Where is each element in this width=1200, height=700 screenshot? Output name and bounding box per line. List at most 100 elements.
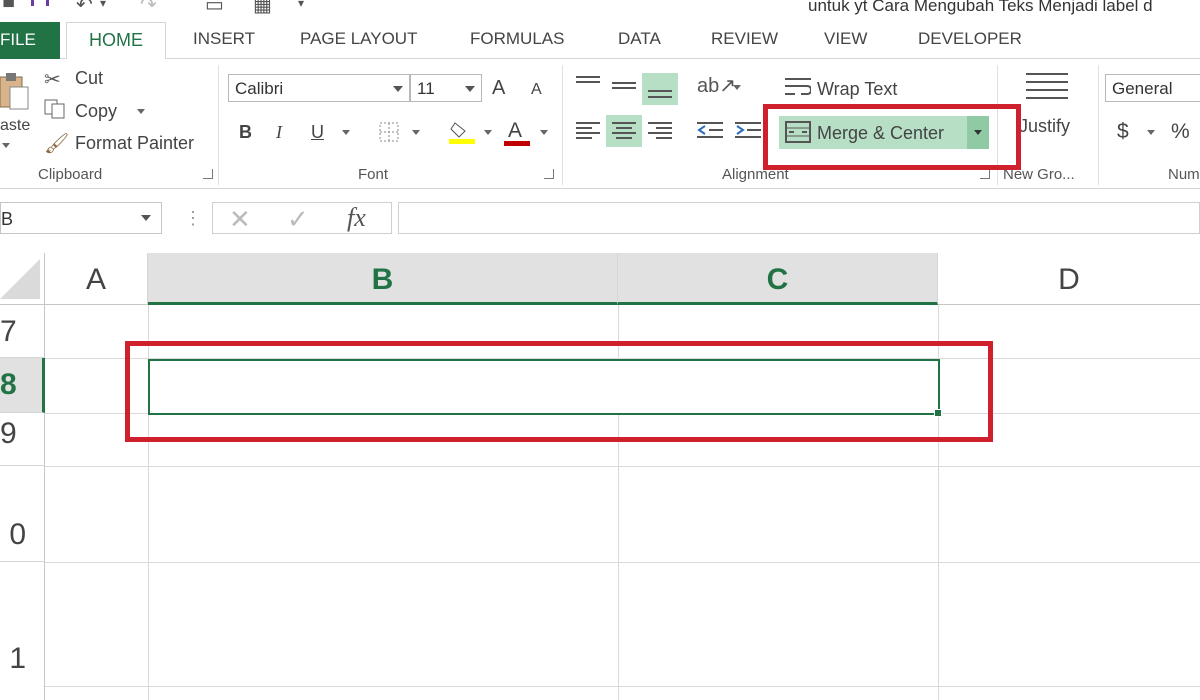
- column-header-d[interactable]: D: [938, 253, 1200, 305]
- bold-button[interactable]: B: [239, 122, 252, 143]
- center-align-icon[interactable]: [612, 121, 636, 144]
- number-group-label: Num: [1168, 166, 1200, 183]
- row-header-10[interactable]: 0: [0, 466, 45, 562]
- orientation-icon[interactable]: ab↗: [697, 73, 736, 98]
- column-header-c[interactable]: C: [618, 253, 938, 305]
- window-title: untuk yt Cara Mengubah Teks Menjadi labe…: [808, 0, 1153, 15]
- row-header-9[interactable]: 9: [0, 413, 45, 466]
- font-size-dropdown-icon: [465, 86, 475, 92]
- tab-developer[interactable]: DEVELOPER: [918, 29, 1022, 49]
- cut-button[interactable]: Cut: [75, 68, 103, 89]
- orientation-dropdown-icon[interactable]: [733, 85, 741, 90]
- tab-view[interactable]: VIEW: [824, 29, 867, 49]
- customize-quick-access-icon[interactable]: ▾: [298, 0, 304, 16]
- format-painter-icon: 🖌: [44, 133, 70, 155]
- tab-file[interactable]: FILE: [0, 22, 60, 59]
- italic-button[interactable]: I: [276, 122, 282, 143]
- currency-dropdown-icon[interactable]: [1147, 130, 1155, 135]
- font-size-value: 11: [417, 79, 435, 98]
- wrap-text-icon: [785, 77, 813, 104]
- undo-icon[interactable]: ↶: [76, 0, 93, 16]
- tab-insert[interactable]: INSERT: [193, 29, 255, 49]
- borders-dropdown-icon[interactable]: [412, 130, 420, 135]
- tab-page-layout[interactable]: PAGE LAYOUT: [300, 29, 417, 49]
- form-icon[interactable]: ▦: [253, 0, 272, 16]
- font-color-dropdown-icon[interactable]: [540, 130, 548, 135]
- underline-button[interactable]: U: [311, 122, 324, 143]
- format-painter-button[interactable]: Format Painter: [75, 133, 194, 154]
- font-size-select[interactable]: 11: [410, 74, 482, 102]
- select-all-corner[interactable]: [0, 253, 45, 305]
- print-preview-icon[interactable]: ▭: [205, 0, 224, 16]
- borders-icon[interactable]: [379, 122, 399, 147]
- ribbon-separator: [218, 65, 219, 185]
- app-icon: ◼: [2, 0, 16, 10]
- name-box-dropdown-icon: [141, 215, 151, 221]
- increase-font-size-button[interactable]: A: [492, 77, 505, 100]
- decrease-indent-icon[interactable]: [697, 121, 723, 144]
- alignment-launcher-icon[interactable]: [980, 169, 990, 179]
- selected-range-highlight-box: [125, 341, 993, 442]
- fill-color-icon[interactable]: [449, 119, 475, 150]
- ribbon-separator: [1098, 65, 1099, 185]
- middle-align-icon[interactable]: [612, 75, 636, 100]
- font-color-swatch: [504, 141, 530, 146]
- worksheet-grid: A B C D 7 8 9 0 1: [0, 253, 1200, 700]
- formula-buttons: ✕ ✓ fx: [212, 202, 392, 234]
- paste-icon[interactable]: [0, 71, 30, 116]
- enter-icon[interactable]: ✓: [287, 204, 309, 235]
- align-left-icon[interactable]: [576, 121, 600, 144]
- align-right-icon[interactable]: [648, 121, 672, 144]
- font-name-value: Calibri: [235, 79, 284, 98]
- bottom-align-icon[interactable]: [648, 75, 672, 106]
- clipboard-launcher-icon[interactable]: [203, 169, 213, 179]
- undo-dropdown-icon[interactable]: ▾: [100, 0, 106, 16]
- decrease-font-size-button[interactable]: A: [531, 81, 542, 99]
- row-header-7[interactable]: 7: [0, 305, 45, 358]
- name-box-value: B: [1, 209, 14, 229]
- tab-data[interactable]: DATA: [618, 29, 661, 49]
- font-name-select[interactable]: Calibri: [228, 74, 410, 102]
- number-format-select[interactable]: General: [1105, 74, 1200, 102]
- clipboard-group-label: Clipboard: [38, 166, 103, 183]
- tab-formulas[interactable]: FORMULAS: [470, 29, 564, 49]
- underline-dropdown-icon[interactable]: [342, 130, 350, 135]
- formula-bar-grip-icon[interactable]: ⋮: [184, 208, 202, 229]
- row-header-11[interactable]: 1: [0, 562, 45, 700]
- column-header-a[interactable]: A: [45, 253, 148, 305]
- column-header-b[interactable]: B: [148, 253, 618, 305]
- ribbon-tabs: FILE HOME INSERT PAGE LAYOUT FORMULAS DA…: [0, 22, 1200, 60]
- font-color-button[interactable]: A: [508, 119, 522, 143]
- save-icon[interactable]: [30, 0, 50, 10]
- redo-icon[interactable]: ↷: [140, 0, 157, 16]
- fill-color-dropdown-icon[interactable]: [484, 130, 492, 135]
- tab-home[interactable]: HOME: [66, 22, 166, 60]
- justify-button[interactable]: Justify: [1019, 116, 1070, 137]
- copy-button[interactable]: Copy: [75, 101, 117, 122]
- ribbon-separator: [562, 65, 563, 185]
- percent-button[interactable]: %: [1171, 120, 1190, 144]
- increase-indent-icon[interactable]: [735, 121, 761, 144]
- font-launcher-icon[interactable]: [544, 169, 554, 179]
- font-name-dropdown-icon: [393, 86, 403, 92]
- name-box[interactable]: B: [0, 202, 162, 234]
- justify-icon: [1026, 71, 1068, 110]
- currency-button[interactable]: $: [1117, 120, 1129, 144]
- merge-center-highlight-box: [763, 104, 1021, 170]
- insert-function-button[interactable]: fx: [347, 203, 366, 233]
- cancel-icon[interactable]: ✕: [229, 204, 251, 235]
- number-format-value: General: [1112, 79, 1173, 98]
- title-bar: ◼ ↶ ▾ ↷ ▭ ▦ ▾ untuk yt Cara Mengubah Tek…: [0, 0, 1200, 22]
- tab-review[interactable]: REVIEW: [711, 29, 778, 49]
- paste-dropdown-icon[interactable]: [2, 143, 10, 148]
- font-group-label: Font: [358, 166, 389, 183]
- paste-button[interactable]: aste: [0, 117, 30, 135]
- top-align-icon[interactable]: [576, 75, 600, 96]
- wrap-text-button[interactable]: Wrap Text: [817, 79, 897, 100]
- copy-icon: [44, 99, 66, 124]
- scissors-icon: ✂: [44, 69, 61, 91]
- row-header-8[interactable]: 8: [0, 358, 45, 413]
- copy-dropdown-icon[interactable]: [137, 109, 145, 114]
- formula-input[interactable]: [398, 202, 1200, 234]
- formula-bar: B ⋮ ✕ ✓ fx: [0, 196, 1200, 242]
